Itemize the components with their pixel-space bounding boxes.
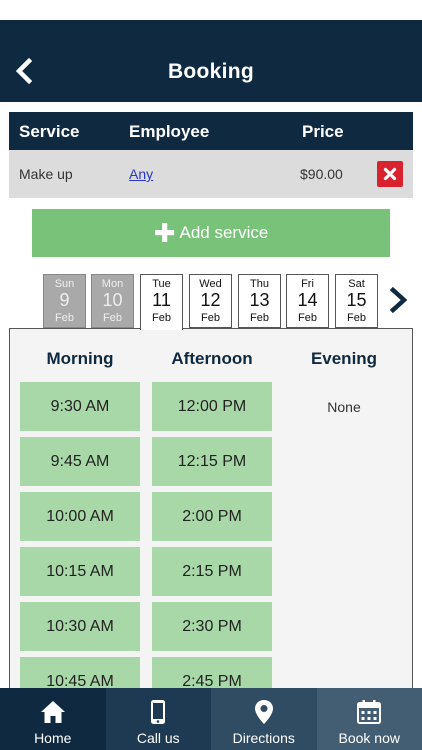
column-header-service: Service — [19, 122, 80, 141]
date-month: Feb — [347, 312, 366, 324]
service-name: Make up — [19, 166, 73, 182]
evening-heading: Evening — [310, 349, 378, 368]
nav-directions[interactable]: Directions — [211, 688, 317, 750]
nav-home-label: Home — [34, 730, 72, 746]
date-tab-sat-15[interactable]: Sat 15 Feb — [335, 274, 378, 328]
time-slot-morning[interactable]: 9:45 AM — [20, 437, 140, 486]
date-weekday: Sat — [348, 278, 365, 290]
date-day: 15 — [346, 290, 367, 310]
date-tab-thu-13[interactable]: Thu 13 Feb — [238, 274, 281, 328]
evening-empty-text: None — [327, 399, 361, 415]
time-slot-afternoon[interactable]: 12:00 PM — [152, 382, 272, 431]
date-day: 9 — [59, 290, 70, 310]
date-month: Feb — [201, 312, 220, 324]
date-tab-mon-10[interactable]: Mon 10 Feb — [91, 274, 134, 328]
date-tab-fri-14[interactable]: Fri 14 Feb — [286, 274, 329, 328]
date-day: 11 — [152, 290, 171, 310]
time-slot-afternoon[interactable]: 2:00 PM — [152, 492, 272, 541]
date-day: 14 — [297, 290, 318, 310]
add-service-label: Add service — [179, 223, 269, 242]
date-day: 13 — [249, 290, 270, 310]
add-service-button[interactable]: ✚ Add service — [32, 209, 390, 257]
date-month: Feb — [152, 312, 171, 324]
time-slot-afternoon[interactable]: 2:15 PM — [152, 547, 272, 596]
morning-heading: Morning — [46, 349, 114, 368]
date-weekday: Sun — [54, 278, 75, 290]
date-tab-wed-12[interactable]: Wed 12 Feb — [189, 274, 232, 328]
nav-call-us-label: Call us — [136, 730, 180, 746]
time-slot-morning[interactable]: 10:00 AM — [20, 492, 140, 541]
time-slot-afternoon[interactable]: 2:30 PM — [152, 602, 272, 651]
date-weekday: Fri — [301, 278, 314, 290]
map-pin-icon — [254, 700, 273, 724]
nav-book-now[interactable]: Book now — [316, 688, 422, 750]
calendar-icon — [357, 700, 382, 724]
date-month: Feb — [250, 312, 269, 324]
date-weekday: Thu — [250, 278, 269, 290]
date-tab-tue-11[interactable]: Tue 11 Feb — [140, 274, 183, 330]
date-day: 10 — [102, 290, 123, 310]
time-slot-morning[interactable]: 10:30 AM — [20, 602, 140, 651]
time-slot-morning[interactable]: 10:15 AM — [20, 547, 140, 596]
services-table: Service Employee Price Make up Any $90.0… — [9, 112, 413, 198]
date-weekday: Wed — [199, 278, 222, 290]
column-header-employee: Employee — [129, 122, 210, 141]
afternoon-heading: Afternoon — [171, 349, 253, 368]
employee-link[interactable]: Any — [129, 166, 153, 182]
nav-call-us[interactable]: Call us — [105, 688, 211, 750]
date-day: 12 — [200, 290, 221, 310]
date-month: Feb — [103, 312, 122, 324]
page-title: Booking — [167, 60, 255, 83]
bottom-nav: Home Call us Directions Book now — [0, 688, 422, 750]
phone-icon — [151, 700, 166, 724]
close-icon — [383, 167, 397, 181]
nav-directions-label: Directions — [232, 730, 295, 746]
date-tab-sun-9[interactable]: Sun 9 Feb — [43, 274, 86, 328]
date-month: Feb — [298, 312, 317, 324]
table-row: Make up Any $90.00 — [9, 150, 413, 198]
date-month: Feb — [55, 312, 74, 324]
date-weekday: Tue — [152, 278, 171, 290]
remove-service-button[interactable] — [377, 161, 403, 187]
nav-book-now-label: Book now — [338, 730, 400, 746]
time-slot-morning[interactable]: 9:30 AM — [20, 382, 140, 431]
date-weekday: Mon — [101, 278, 124, 290]
column-header-price: Price — [302, 122, 344, 141]
chevron-right-icon[interactable] — [388, 287, 410, 313]
home-icon — [40, 701, 65, 723]
time-slot-afternoon[interactable]: 12:15 PM — [152, 437, 272, 486]
nav-home[interactable]: Home — [0, 688, 106, 750]
service-price: $90.00 — [300, 166, 343, 182]
services-table-header: Service Employee Price — [9, 112, 413, 150]
plus-icon: ✚ — [153, 218, 176, 248]
app-header: Booking — [0, 20, 422, 102]
